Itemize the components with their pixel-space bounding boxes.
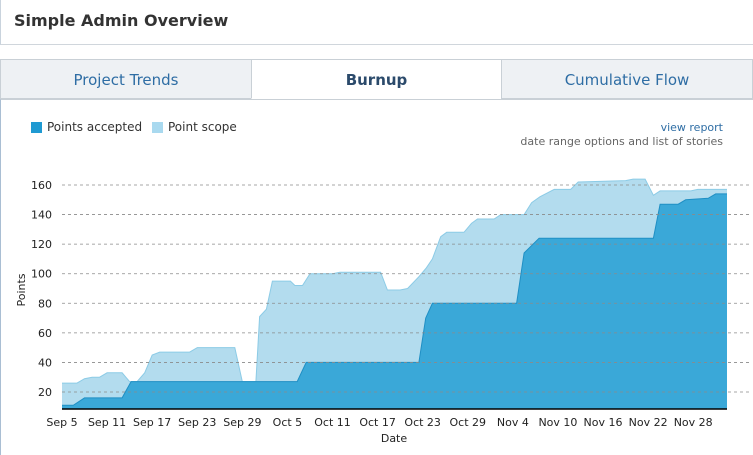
burnup-chart: 20 40 60 80 100 120 140 160 Sep 5 Sep 11 Sep 17 Sep… [15, 178, 752, 445]
x-tick-label: Sep 5 [46, 416, 77, 429]
x-tick-label: Sep 17 [133, 416, 171, 429]
y-tick-label: 100 [31, 268, 52, 281]
y-tick-label: 60 [38, 327, 52, 340]
y-axis-title: Points [15, 273, 28, 306]
x-tick-label: Sep 23 [178, 416, 216, 429]
x-axis-title: Date [381, 432, 408, 445]
x-tick-label: Nov 16 [584, 416, 623, 429]
y-tick-label: 140 [31, 209, 52, 222]
x-tick-label: Oct 11 [314, 416, 351, 429]
y-tick-label: 80 [38, 297, 52, 310]
y-tick-label: 20 [38, 386, 52, 399]
y-tick-label: 40 [38, 356, 52, 369]
x-tick-label: Oct 23 [404, 416, 441, 429]
y-tick-label: 160 [31, 179, 52, 192]
x-tick-label: Oct 5 [273, 416, 303, 429]
x-tick-label: Sep 11 [88, 416, 126, 429]
y-tick-label: 120 [31, 238, 52, 251]
x-tick-label: Nov 10 [538, 416, 577, 429]
x-tick-label: Nov 28 [674, 416, 713, 429]
x-tick-label: Oct 17 [359, 416, 396, 429]
x-tick-label: Oct 29 [450, 416, 487, 429]
x-tick-label: Nov 4 [497, 416, 529, 429]
x-tick-label: Nov 22 [629, 416, 668, 429]
x-tick-label: Sep 29 [223, 416, 261, 429]
